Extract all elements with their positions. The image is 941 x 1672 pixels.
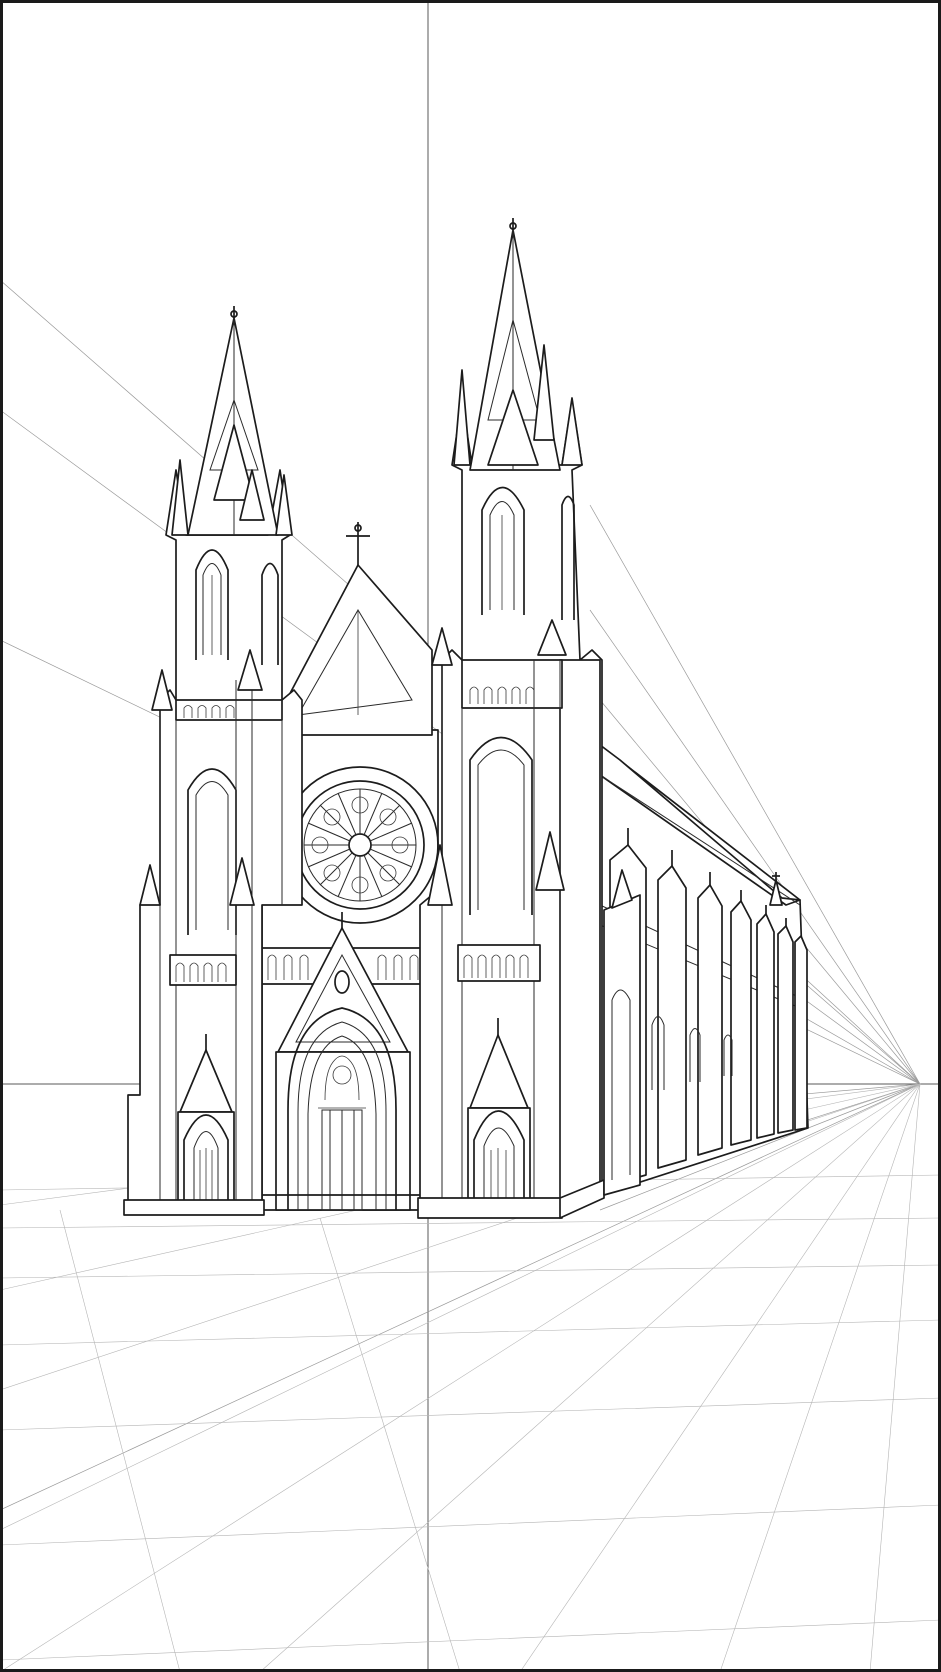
- drawing-canvas: [0, 0, 941, 1672]
- drawing-frame: [0, 0, 941, 1672]
